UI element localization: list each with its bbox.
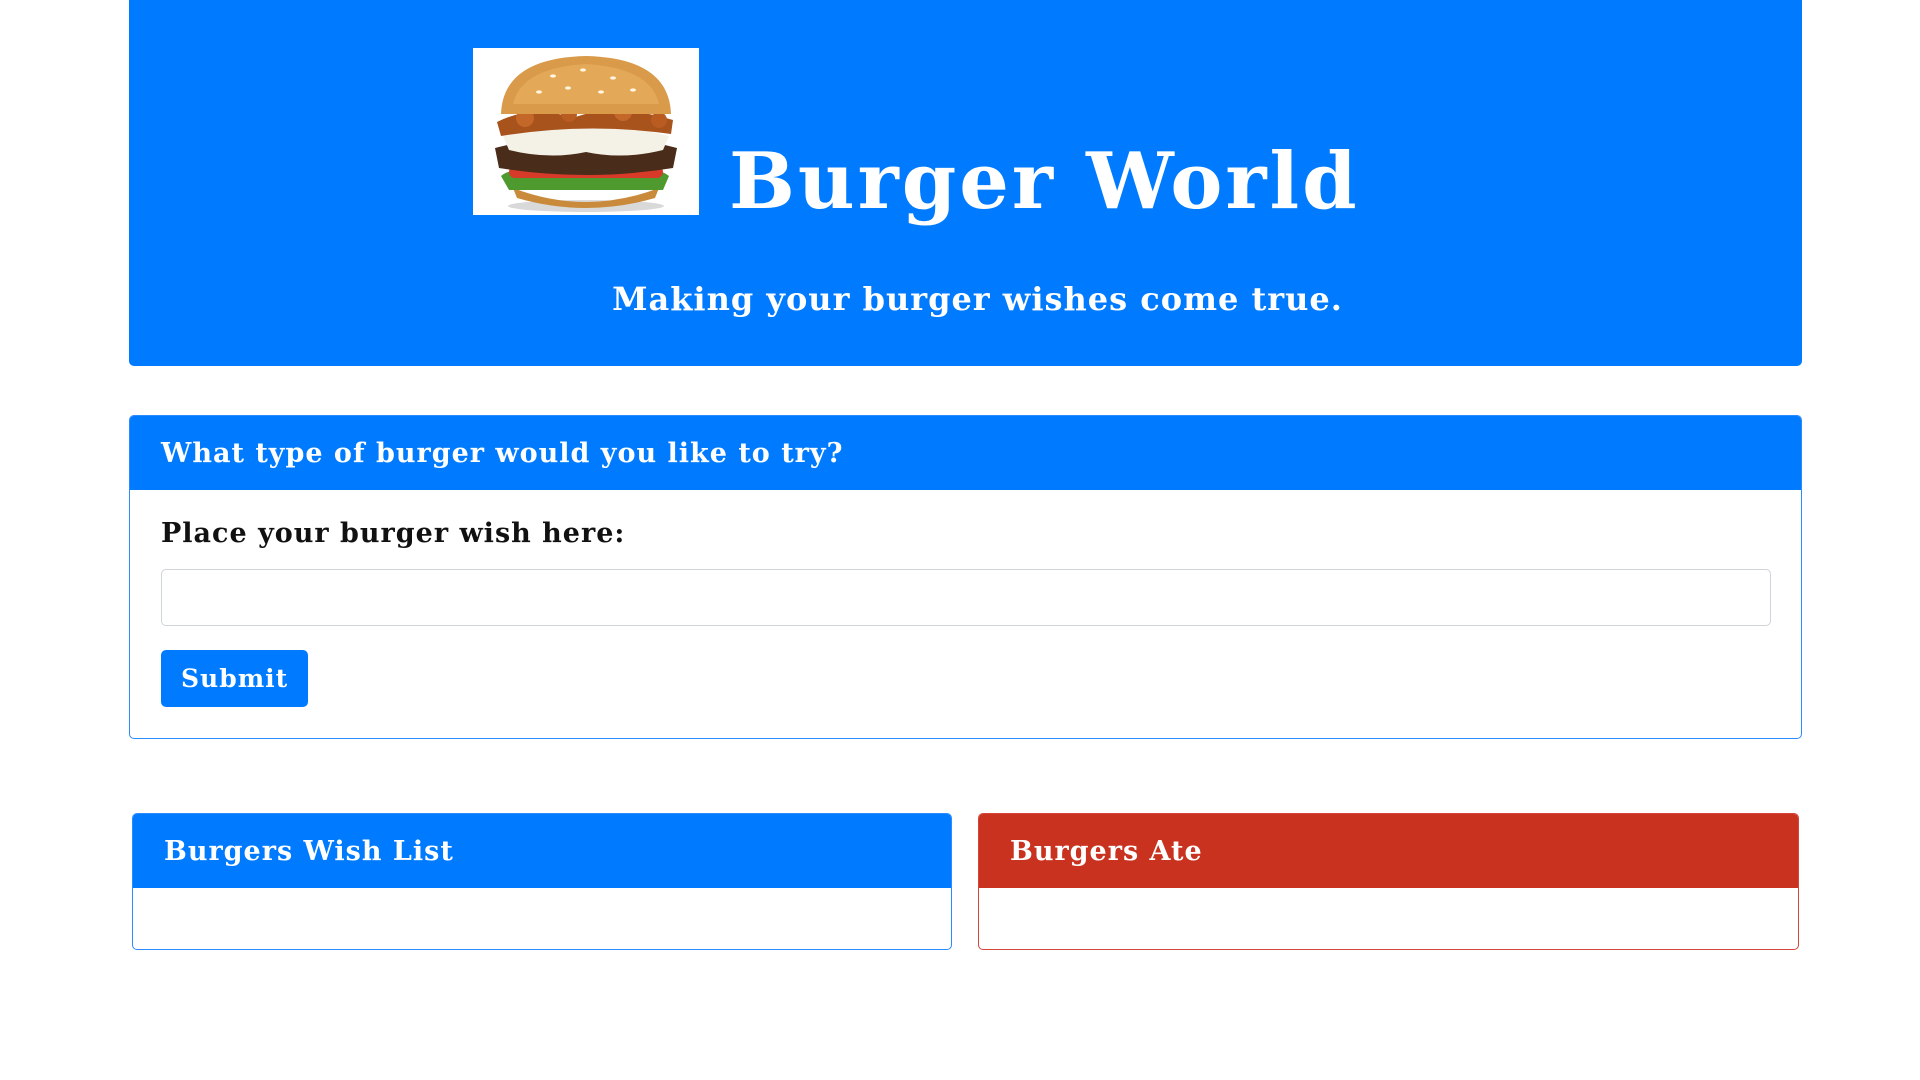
burger-logo-image <box>473 48 699 215</box>
burger-wish-label: Place your burger wish here: <box>161 518 626 549</box>
site-header: Burger World Making your burger wishes c… <box>129 0 1802 366</box>
site-title: Burger World <box>729 136 1360 227</box>
burger-icon <box>495 56 677 212</box>
site-tagline: Making your burger wishes come true. <box>612 280 1343 318</box>
burgers-ate-card: Burgers Ate <box>978 813 1799 950</box>
burger-order-card: What type of burger would you like to tr… <box>129 415 1802 739</box>
wish-list-header: Burgers Wish List <box>133 814 951 888</box>
burger-order-form: Place your burger wish here: Submit <box>130 490 1801 707</box>
burgers-ate-header: Burgers Ate <box>979 814 1798 888</box>
brand-row: Burger World <box>473 48 1360 221</box>
burger-wish-input[interactable] <box>161 569 1771 626</box>
order-card-header: What type of burger would you like to tr… <box>130 416 1801 490</box>
submit-button[interactable]: Submit <box>161 650 309 707</box>
wish-list-card: Burgers Wish List <box>132 813 952 950</box>
